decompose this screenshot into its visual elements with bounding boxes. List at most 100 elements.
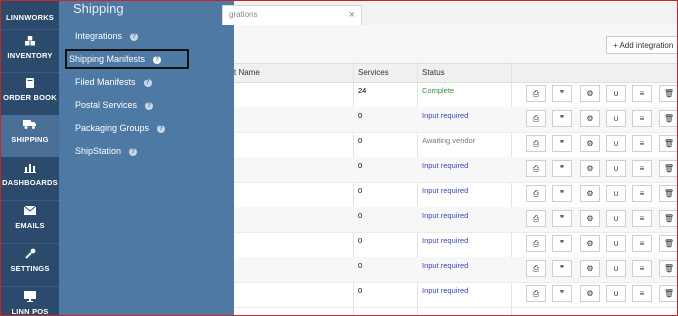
list-button[interactable]: ≡ — [632, 160, 652, 177]
help-icon[interactable]: ? — [143, 79, 152, 87]
magnet-button[interactable]: ∪ — [606, 235, 626, 252]
quote-button[interactable]: ❞ — [552, 85, 572, 102]
magnet-button[interactable]: ∪ — [606, 260, 626, 277]
flyout-item-shipstation[interactable]: ShipStation? — [75, 146, 138, 156]
print-button[interactable]: ⎙ — [526, 235, 546, 252]
gear-button[interactable]: ⚙ — [580, 185, 600, 202]
gear-button[interactable]: ⚙ — [580, 110, 600, 127]
print-button[interactable]: ⎙ — [526, 260, 546, 277]
nav-linn-pos[interactable]: LINN POS — [1, 287, 59, 315]
trash-button[interactable]: 🗑 — [659, 135, 677, 152]
quote-button[interactable]: ❞ — [552, 235, 572, 252]
list-button[interactable]: ≡ — [632, 285, 652, 302]
help-icon[interactable]: ? — [157, 125, 166, 133]
magnet-icon: ∪ — [613, 139, 619, 148]
gear-icon: ⚙ — [586, 164, 594, 173]
list-button[interactable]: ≡ — [632, 185, 652, 202]
trash-icon: 🗑 — [663, 139, 675, 148]
magnet-button[interactable]: ∪ — [606, 185, 626, 202]
nav-inventory[interactable]: INVENTORY — [1, 31, 59, 73]
trash-icon: 🗑 — [663, 214, 675, 223]
flyout-item-filed-manifests[interactable]: Filed Manifests? — [75, 77, 152, 87]
nav-settings[interactable]: SETTINGS — [1, 244, 59, 286]
tab-integrations[interactable]: grations × — [222, 5, 362, 25]
gear-button[interactable]: ⚙ — [580, 235, 600, 252]
gear-button[interactable]: ⚙ — [580, 135, 600, 152]
status-text: Input required — [422, 161, 469, 170]
magnet-button[interactable]: ∪ — [606, 285, 626, 302]
gear-button[interactable]: ⚙ — [580, 85, 600, 102]
quote-button[interactable]: ❞ — [552, 160, 572, 177]
magnet-icon: ∪ — [613, 89, 619, 98]
print-button[interactable]: ⎙ — [526, 160, 546, 177]
table-row: 0 Awaiting vendor ⎙ ❞ ⚙ ∪ ≡ 🗑 — [234, 132, 677, 158]
wrench-icon — [1, 248, 59, 264]
table-row: 0 Input required ⎙ ❞ ⚙ ∪ ≡ 🗑 — [234, 207, 677, 233]
trash-button[interactable]: 🗑 — [659, 110, 677, 127]
trash-button[interactable]: 🗑 — [659, 85, 677, 102]
nav-shipping[interactable]: SHIPPING — [1, 115, 59, 157]
app-frame: LINNWORKS INVENTORY ORDER BOOK SHIPPING — [0, 0, 678, 316]
nav-emails[interactable]: EMAILS — [1, 201, 59, 243]
quote-button[interactable]: ❞ — [552, 285, 572, 302]
trash-icon: 🗑 — [663, 264, 675, 273]
flyout-item-integrations[interactable]: Integrations? — [75, 31, 139, 41]
column-header-status[interactable]: Status — [422, 68, 445, 77]
add-integration-button[interactable]: + Add integration — [606, 36, 677, 54]
trash-button[interactable]: 🗑 — [659, 185, 677, 202]
magnet-button[interactable]: ∪ — [606, 85, 626, 102]
help-icon[interactable]: ? — [153, 56, 162, 64]
print-button[interactable]: ⎙ — [526, 185, 546, 202]
list-button[interactable]: ≡ — [632, 135, 652, 152]
magnet-button[interactable]: ∪ — [606, 160, 626, 177]
magnet-button[interactable]: ∪ — [606, 135, 626, 152]
magnet-button[interactable]: ∪ — [606, 110, 626, 127]
gear-button[interactable]: ⚙ — [580, 260, 600, 277]
nav-dashboards[interactable]: DASHBOARDS — [1, 158, 59, 200]
quote-icon: ❞ — [559, 264, 565, 273]
print-button[interactable]: ⎙ — [526, 110, 546, 127]
help-icon[interactable]: ? — [129, 148, 138, 156]
help-icon[interactable]: ? — [130, 33, 139, 41]
trash-icon: 🗑 — [663, 239, 675, 248]
gear-button[interactable]: ⚙ — [580, 160, 600, 177]
trash-button[interactable]: 🗑 — [659, 160, 677, 177]
flyout-item-shipping-manifests[interactable]: Shipping Manifests? — [64, 49, 190, 69]
gear-button[interactable]: ⚙ — [580, 285, 600, 302]
column-header-name[interactable]: t Name — [234, 68, 260, 77]
quote-button[interactable]: ❞ — [552, 185, 572, 202]
print-icon: ⎙ — [532, 89, 540, 98]
gear-button[interactable]: ⚙ — [580, 210, 600, 227]
cubes-icon — [1, 35, 59, 51]
list-icon: ≡ — [639, 239, 645, 248]
close-icon[interactable]: × — [349, 6, 355, 24]
print-button[interactable]: ⎙ — [526, 285, 546, 302]
help-icon[interactable]: ? — [145, 102, 154, 110]
print-icon: ⎙ — [532, 189, 540, 198]
trash-button[interactable]: 🗑 — [659, 210, 677, 227]
list-button[interactable]: ≡ — [632, 110, 652, 127]
flyout-item-postal-services[interactable]: Postal Services? — [75, 100, 154, 110]
quote-button[interactable]: ❞ — [552, 135, 572, 152]
list-button[interactable]: ≡ — [632, 260, 652, 277]
nav-order-book[interactable]: ORDER BOOK — [1, 73, 59, 115]
magnet-button[interactable]: ∪ — [606, 210, 626, 227]
list-button[interactable]: ≡ — [632, 210, 652, 227]
magnet-icon: ∪ — [613, 214, 619, 223]
quote-button[interactable]: ❞ — [552, 210, 572, 227]
trash-button[interactable]: 🗑 — [659, 285, 677, 302]
print-button[interactable]: ⎙ — [526, 135, 546, 152]
list-button[interactable]: ≡ — [632, 235, 652, 252]
quote-icon: ❞ — [559, 289, 565, 298]
list-button[interactable]: ≡ — [632, 85, 652, 102]
trash-button[interactable]: 🗑 — [659, 235, 677, 252]
quote-button[interactable]: ❞ — [552, 110, 572, 127]
flyout-item-packaging-groups[interactable]: Packaging Groups? — [75, 123, 166, 133]
column-header-services[interactable]: Services — [358, 68, 389, 77]
print-button[interactable]: ⎙ — [526, 210, 546, 227]
quote-button[interactable]: ❞ — [552, 260, 572, 277]
magnet-icon: ∪ — [613, 164, 619, 173]
trash-icon: 🗑 — [663, 189, 675, 198]
trash-button[interactable]: 🗑 — [659, 260, 677, 277]
print-button[interactable]: ⎙ — [526, 85, 546, 102]
